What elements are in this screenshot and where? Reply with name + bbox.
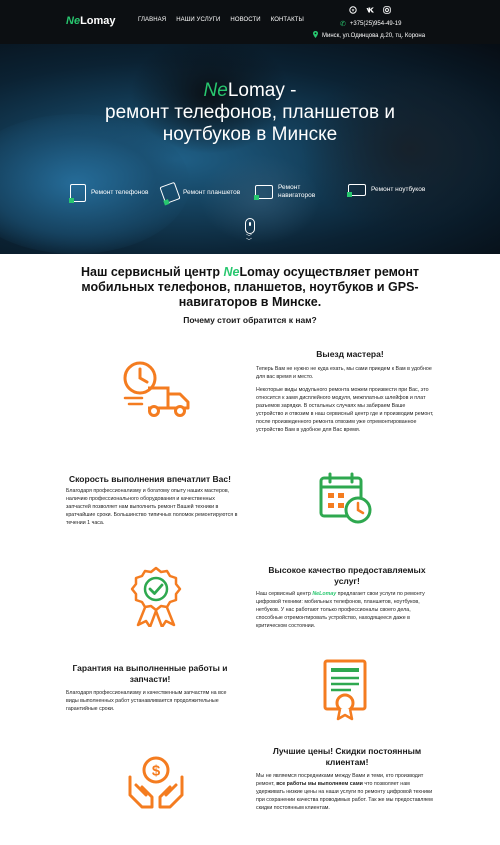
why-us-subtitle: Почему стоит обратится к нам? [183, 315, 317, 325]
feature-text-prices: Мы не являемся посредниками между Вами и… [256, 773, 433, 811]
feature-title-onsite: Выезд мастера! [316, 349, 384, 359]
svg-text:$: $ [152, 763, 161, 780]
feature-text-onsite: Теперь Вам не нужно не куда ехать, мы са… [256, 366, 434, 433]
certificate-icon [323, 659, 367, 726]
instagram-icon[interactable] [383, 6, 391, 14]
main-nav: ГЛАВНАЯ НАШИ УСЛУГИ НОВОСТИ КОНТАКТЫ [138, 17, 304, 23]
viber-icon[interactable] [349, 6, 357, 14]
scroll-down-indicator[interactable] [245, 218, 255, 234]
feature-text-speed: Благодаря профессионализму и богатому оп… [66, 488, 238, 526]
vk-icon[interactable] [366, 6, 374, 14]
chevron-down-icon: ﹀ [246, 239, 253, 245]
nav-item-services[interactable]: НАШИ УСЛУГИ [176, 17, 220, 23]
nav-item-news[interactable]: НОВОСТИ [230, 17, 260, 23]
nav-item-home[interactable]: ГЛАВНАЯ [138, 17, 166, 23]
location-pin-icon [313, 31, 318, 40]
calendar-clock-icon [318, 470, 374, 531]
gps-navigator-icon [254, 185, 273, 200]
service-tablets[interactable]: Ремонт планшетов [159, 181, 240, 205]
social-links [349, 6, 391, 14]
hero-services: Ремонт телефонов Ремонт планшетов Ремонт… [0, 181, 500, 214]
intro-heading: Наш сервисный центр NeLomay осуществляет… [80, 265, 419, 309]
money-hands-icon: $ [126, 755, 186, 816]
phone-icon: ✆ [340, 21, 346, 28]
quality-badge-icon [130, 565, 182, 632]
hero-banner: NeLomay - ремонт телефонов, планшетов и … [0, 44, 500, 254]
service-laptops[interactable]: Ремонт ноутбуков [347, 184, 425, 197]
phone-contact[interactable]: ✆ +375(25)954-49-19 [340, 20, 401, 28]
tablet-icon [159, 181, 181, 205]
site-logo[interactable]: NeLomay [66, 15, 116, 27]
nav-item-contacts[interactable]: КОНТАКТЫ [271, 17, 304, 23]
address-contact: Минск, ул.Одинцова д.20, тц. Корона [313, 31, 425, 40]
service-phones[interactable]: Ремонт телефонов [69, 184, 148, 203]
feature-title-prices: Лучшие цены! Скидки постоянным клиентам! [272, 746, 422, 767]
feature-title-quality: Высокое качество предоставляемых услуг! [268, 565, 426, 586]
feature-text-quality: Наш сервисный центр NeLomay предлагает с… [256, 591, 425, 629]
site-header: NeLomay ГЛАВНАЯ НАШИ УСЛУГИ НОВОСТИ КОНТ… [0, 0, 500, 44]
laptop-icon [347, 184, 366, 197]
hero-title: NeLomay - ремонт телефонов, планшетов и … [105, 80, 395, 145]
feature-title-speed: Скорость выполнения впечатлит Вас! [69, 474, 231, 484]
delivery-truck-icon [120, 358, 192, 425]
feature-title-warranty: Гарантия на выполненные работы и запчаст… [72, 663, 228, 684]
phone-icon [69, 184, 86, 203]
feature-text-warranty: Благодаря профессионализму и качественны… [66, 690, 227, 712]
service-navigators[interactable]: Ремонт навигаторов [254, 184, 315, 200]
